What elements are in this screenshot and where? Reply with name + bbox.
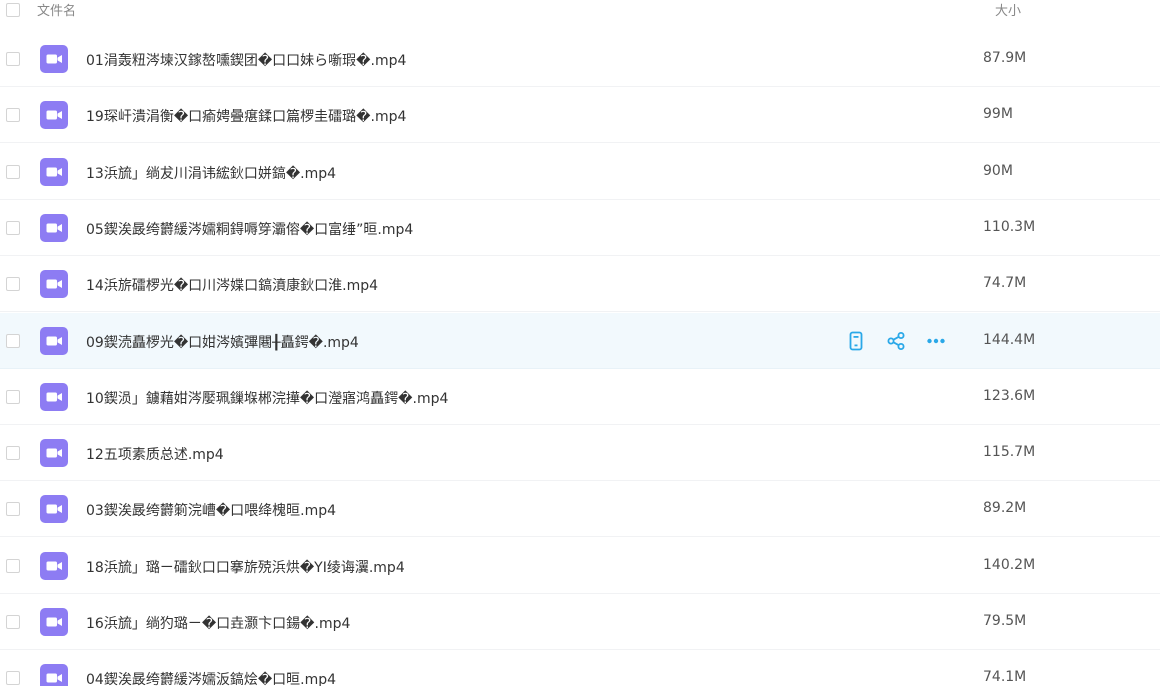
row-checkbox[interactable]: [6, 333, 20, 348]
select-all-checkbox[interactable]: [6, 3, 20, 17]
video-file-icon: [40, 551, 68, 580]
file-size: 144.4M: [983, 331, 1036, 348]
row-checkbox[interactable]: [6, 446, 20, 461]
more-icon[interactable]: [926, 331, 946, 351]
file-name[interactable]: 03鍥涘晸绔欝箣浣嶆�口喂绛槐晅.mp4: [86, 500, 336, 520]
video-file-icon: [40, 439, 68, 468]
file-row[interactable]: 16浜旈」绱犳璐ㄧ�口垚灏卞口鍚�.mp4 79.5M: [0, 594, 1160, 650]
row-checkbox[interactable]: [6, 502, 20, 517]
file-name[interactable]: 16浜旈」绱犳璐ㄧ�口垚灏卞口鍚�.mp4: [86, 613, 350, 633]
file-list: 文件名 大小 01涓轰粈涔堜汉鎵嶅嚑鍥团�口口妹ら噺瑕�.mp4 87.9M 19琛…: [0, 0, 1160, 686]
file-row[interactable]: 12五项素质总述.mp4 115.7M: [0, 425, 1160, 482]
row-checkbox[interactable]: [6, 108, 20, 123]
video-file-icon: [40, 382, 68, 411]
file-size: 99M: [983, 106, 1013, 123]
file-row[interactable]: 09鍥涜矗椤光�口姏涔嬪彃闀╂矗鍔�.mp4 144.4M: [0, 312, 1160, 369]
video-file-icon: [40, 101, 68, 130]
file-row[interactable]: 04鍥涘晸绔欝緩涔嬬汳鎬烩�口晅.mp4 74.1M: [0, 650, 1160, 686]
file-size: 123.6M: [983, 387, 1036, 404]
file-row[interactable]: 13浜旈」绱犮川涓讳綋鈥口姘鎬�.mp4 90M: [0, 143, 1160, 200]
video-file-icon: [40, 495, 68, 524]
video-file-icon: [40, 45, 68, 73]
video-file-icon: [40, 213, 68, 242]
file-size: 89.2M: [983, 500, 1027, 517]
column-header-size[interactable]: 大小: [995, 0, 1021, 19]
file-size: 74.7M: [983, 275, 1027, 292]
file-row[interactable]: 14浜旂礌椤光�口川涔媟口鎬濆康鈥口淮.mp4 74.7M: [0, 256, 1160, 313]
row-checkbox[interactable]: [6, 164, 20, 179]
file-size: 140.2M: [983, 556, 1036, 573]
file-row[interactable]: 19琛屽潰涓衡�口瘉娉曡瘎鍒口篇椤圭礌璐�.mp4 99M: [0, 87, 1160, 144]
video-file-icon: [40, 664, 68, 686]
row-checkbox[interactable]: [6, 558, 20, 573]
row-checkbox[interactable]: [6, 671, 20, 686]
file-name[interactable]: 10鍥涢」鐪藉姏涔嬮珮鏁堢郴浣撶�口瀅寤鸿矗鍔�.mp4: [86, 388, 448, 408]
file-name[interactable]: 18浜旈」璐ㄧ礌鈥口口搴旂殑浜烘�YI绫诲瀷.mp4: [86, 557, 405, 577]
share-icon[interactable]: [886, 331, 906, 351]
phone-icon[interactable]: [846, 331, 866, 351]
file-name[interactable]: 05鍥涘晸绔欝緩涔嬬粡鍀嗕笌灞傛�口富缍”晅.mp4: [86, 219, 413, 239]
file-size: 90M: [983, 162, 1013, 179]
file-row[interactable]: 10鍥涢」鐪藉姏涔嬮珮鏁堢郴浣撶�口瀅寤鸿矗鍔�.mp4 123.6M: [0, 368, 1160, 425]
file-name[interactable]: 14浜旂礌椤光�口川涔媟口鎬濆康鈥口淮.mp4: [86, 275, 378, 295]
file-name[interactable]: 13浜旈」绱犮川涓讳綋鈥口姘鎬�.mp4: [86, 163, 336, 183]
row-checkbox[interactable]: [6, 52, 20, 66]
file-name[interactable]: 12五项素质总述.mp4: [86, 444, 224, 464]
file-name[interactable]: 04鍥涘晸绔欝緩涔嬬汳鎬烩�口晅.mp4: [86, 669, 336, 686]
video-file-icon: [40, 326, 68, 355]
column-header-name[interactable]: 文件名: [37, 0, 76, 19]
file-size: 79.5M: [983, 613, 1027, 629]
row-checkbox[interactable]: [6, 615, 20, 629]
file-row[interactable]: 18浜旈」璐ㄧ礌鈥口口搴旂殑浜烘�YI绫诲瀷.mp4 140.2M: [0, 537, 1160, 594]
row-checkbox[interactable]: [6, 389, 20, 404]
video-file-icon: [40, 270, 68, 299]
file-size: 110.3M: [983, 218, 1036, 235]
file-size: 74.1M: [983, 669, 1027, 686]
list-header: 文件名 大小: [0, 0, 1160, 32]
row-checkbox[interactable]: [6, 277, 20, 292]
file-row[interactable]: 01涓轰粈涔堜汉鎵嶅嚑鍥团�口口妹ら噺瑕�.mp4 87.9M: [0, 31, 1160, 87]
file-row[interactable]: 03鍥涘晸绔欝箣浣嶆�口喂绛槐晅.mp4 89.2M: [0, 481, 1160, 538]
file-name[interactable]: 01涓轰粈涔堜汉鎵嶅嚑鍥团�口口妹ら噺瑕�.mp4: [86, 50, 406, 70]
file-row[interactable]: 05鍥涘晸绔欝緩涔嬬粡鍀嗕笌灞傛�口富缍”晅.mp4 110.3M: [0, 199, 1160, 256]
file-name[interactable]: 19琛屽潰涓衡�口瘉娉曡瘎鍒口篇椤圭礌璐�.mp4: [86, 106, 406, 126]
video-file-icon: [40, 608, 68, 636]
file-size: 115.7M: [983, 444, 1036, 461]
file-name[interactable]: 09鍥涜矗椤光�口姏涔嬪彃闀╂矗鍔�.mp4: [86, 332, 359, 352]
row-checkbox[interactable]: [6, 220, 20, 235]
file-size: 87.9M: [983, 50, 1027, 66]
video-file-icon: [40, 157, 68, 186]
